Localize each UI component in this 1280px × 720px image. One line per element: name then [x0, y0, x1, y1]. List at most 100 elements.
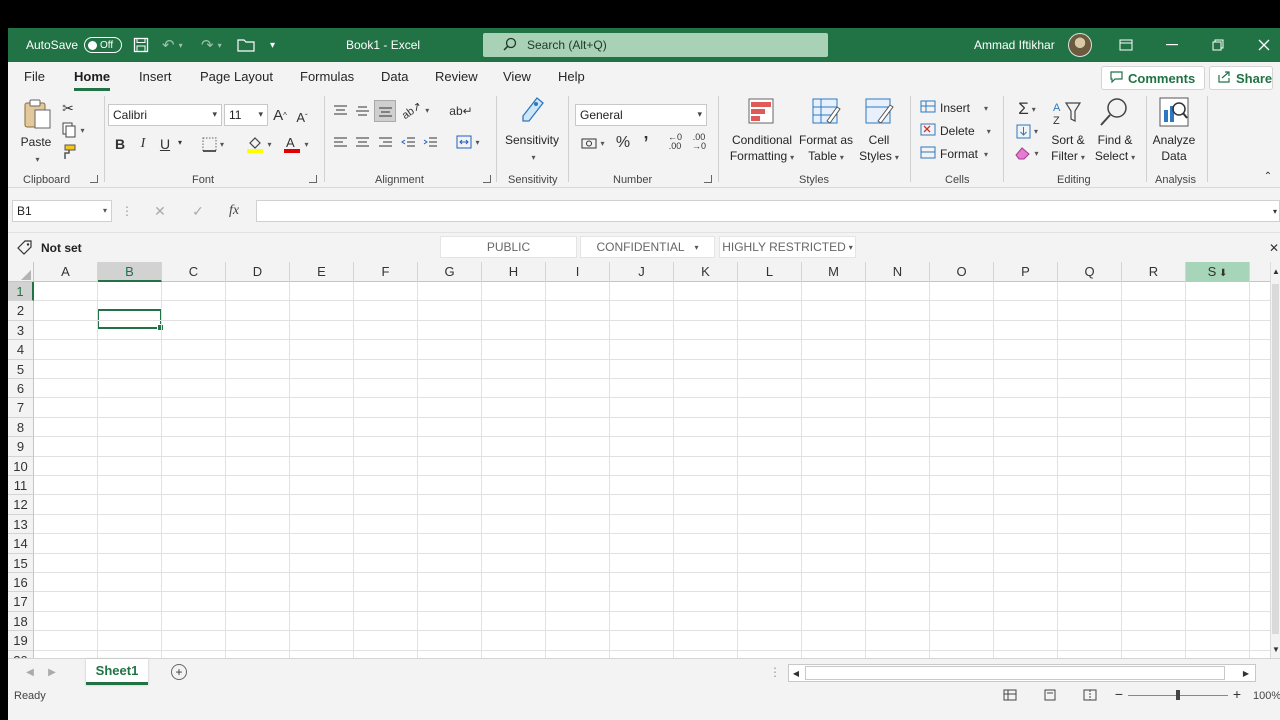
column-header-g[interactable]: G — [418, 262, 482, 282]
paste-button[interactable]: Paste ▾ — [18, 134, 54, 168]
ribbon-display-icon[interactable] — [1103, 28, 1149, 62]
row-header-6[interactable]: 6 — [8, 379, 34, 399]
row-header-5[interactable]: 5 — [8, 359, 34, 379]
label-confidential-button[interactable]: CONFIDENTIAL ▾ — [580, 236, 715, 258]
column-header-d[interactable]: D — [226, 262, 290, 282]
row-header-7[interactable]: 7 — [8, 398, 34, 418]
font-color-icon[interactable]: A ▾ — [278, 134, 314, 154]
column-header-i[interactable]: I — [546, 262, 610, 282]
column-header-q[interactable]: Q — [1058, 262, 1122, 282]
comments-button[interactable]: Comments — [1101, 66, 1205, 90]
confirm-entry-icon[interactable]: ✓ — [190, 202, 206, 220]
underline-button[interactable]: U — [157, 136, 173, 152]
analyze-data-button[interactable]: Analyze Data — [1148, 132, 1200, 164]
align-right-icon[interactable] — [377, 134, 393, 150]
align-left-icon[interactable] — [332, 134, 348, 150]
conditional-formatting-button[interactable]: Conditional Formatting ▾ — [724, 132, 800, 166]
column-header-k[interactable]: K — [674, 262, 738, 282]
accounting-format-icon[interactable]: ▾ — [578, 134, 608, 152]
row-header-8[interactable]: 8 — [8, 417, 34, 438]
find-select-icon[interactable] — [1098, 96, 1130, 128]
formula-input[interactable] — [256, 200, 1280, 222]
zoom-slider-thumb[interactable] — [1176, 690, 1180, 700]
merge-center-icon[interactable]: ▾ — [452, 134, 484, 150]
font-launcher-icon[interactable] — [309, 175, 317, 183]
undo-icon[interactable]: ↶ ▾ — [162, 28, 183, 62]
tab-help[interactable]: Help — [558, 69, 585, 84]
insert-cells-button[interactable]: Insert ▾ — [920, 100, 988, 116]
analyze-data-icon[interactable] — [1158, 96, 1190, 128]
prev-sheet-icon[interactable]: ◀ — [24, 665, 36, 679]
column-header-n[interactable]: N — [866, 262, 930, 282]
percent-style-icon[interactable]: % — [614, 134, 632, 152]
vertical-scroll-thumb[interactable] — [1272, 284, 1279, 634]
delete-cells-button[interactable]: Delete ▾ — [920, 123, 991, 139]
customize-toolbar-icon[interactable]: ▾ — [270, 28, 275, 62]
orientation-icon[interactable]: ab↗ ▾ — [400, 99, 430, 121]
splitter-handle-icon[interactable]: ⋮ — [769, 665, 781, 679]
tab-insert[interactable]: Insert — [139, 69, 172, 84]
find-select-button[interactable]: Find & Select ▾ — [1092, 132, 1138, 166]
select-all-corner[interactable] — [8, 262, 34, 282]
row-header-11[interactable]: 11 — [8, 476, 34, 496]
collapse-ribbon-icon[interactable]: ⌃ — [1262, 170, 1274, 182]
row-header-14[interactable]: 14 — [8, 534, 34, 554]
column-header-o[interactable]: O — [930, 262, 994, 282]
horizontal-scrollbar[interactable]: ◀ ▶ — [788, 664, 1256, 682]
add-sheet-icon[interactable]: + — [171, 664, 187, 680]
top-align-icon[interactable] — [332, 102, 348, 118]
cancel-entry-icon[interactable]: ✕ — [152, 202, 168, 220]
row-header-17[interactable]: 17 — [8, 592, 34, 612]
clear-icon[interactable]: ▾ — [1012, 144, 1042, 162]
tab-home[interactable]: Home — [74, 69, 111, 91]
increase-indent-icon[interactable] — [422, 134, 438, 150]
format-as-table-button[interactable]: Format as Table ▾ — [798, 132, 854, 166]
format-as-table-icon[interactable] — [811, 96, 841, 126]
cell-styles-icon[interactable] — [864, 96, 894, 126]
row-header-1[interactable]: 1 — [8, 282, 34, 302]
share-button[interactable]: Share — [1209, 66, 1273, 90]
expand-formula-icon[interactable]: ▾ — [1270, 204, 1280, 218]
increase-font-size-icon[interactable]: A ^ — [271, 106, 289, 124]
comma-style-icon[interactable]: ’ — [638, 133, 654, 153]
conditional-formatting-icon[interactable] — [746, 96, 776, 126]
increase-decimal-icon[interactable]: ←0.00 — [664, 132, 686, 152]
tab-file[interactable]: File — [24, 69, 45, 84]
page-layout-view-icon[interactable] — [1042, 688, 1058, 702]
align-center-icon[interactable] — [354, 134, 370, 150]
scroll-down-icon[interactable]: ▼ — [1271, 644, 1280, 654]
sort-filter-button[interactable]: Sort & Filter ▾ — [1046, 132, 1090, 166]
row-header-2[interactable]: 2 — [8, 301, 34, 321]
row-header-12[interactable]: 12 — [8, 495, 34, 515]
label-highly-restricted-button[interactable]: HIGHLY RESTRICTED ▾ — [719, 236, 856, 258]
row-header-19[interactable]: 19 — [8, 631, 34, 651]
bottom-align-icon[interactable] — [374, 100, 396, 122]
zoom-level[interactable]: 100% — [1253, 690, 1280, 702]
zoom-in-icon[interactable]: + — [1232, 686, 1242, 702]
autosum-icon[interactable]: Σ ▾ — [1012, 99, 1042, 118]
row-header-4[interactable]: 4 — [8, 340, 34, 360]
sort-filter-icon[interactable]: AZ — [1052, 98, 1084, 128]
horizontal-scroll-thumb[interactable] — [805, 666, 1225, 680]
close-sensitivity-bar-icon[interactable]: ✕ — [1268, 239, 1280, 257]
alignment-launcher-icon[interactable] — [483, 175, 491, 183]
column-header-f[interactable]: F — [354, 262, 418, 282]
sheet-tab-sheet1[interactable]: Sheet1 — [86, 659, 148, 685]
column-header-c[interactable]: C — [162, 262, 226, 282]
fill-icon[interactable]: ▾ — [1012, 122, 1042, 140]
tab-formulas[interactable]: Formulas — [300, 69, 354, 84]
wrap-text-icon[interactable]: ab↵ — [449, 102, 472, 120]
column-header-a[interactable]: A — [34, 262, 98, 282]
row-header-20[interactable]: 20 — [8, 650, 34, 658]
decrease-indent-icon[interactable] — [400, 134, 416, 150]
format-cells-button[interactable]: Format ▾ — [920, 146, 988, 162]
redo-icon[interactable]: ↷ ▾ — [201, 28, 222, 62]
zoom-out-icon[interactable]: − — [1114, 686, 1124, 702]
format-painter-icon[interactable] — [60, 144, 76, 160]
row-header-18[interactable]: 18 — [8, 611, 34, 632]
column-header-e[interactable]: E — [290, 262, 354, 282]
column-header-b[interactable]: B — [98, 262, 162, 282]
number-launcher-icon[interactable] — [704, 175, 712, 183]
row-header-15[interactable]: 15 — [8, 553, 34, 573]
normal-view-icon[interactable] — [1002, 688, 1018, 702]
